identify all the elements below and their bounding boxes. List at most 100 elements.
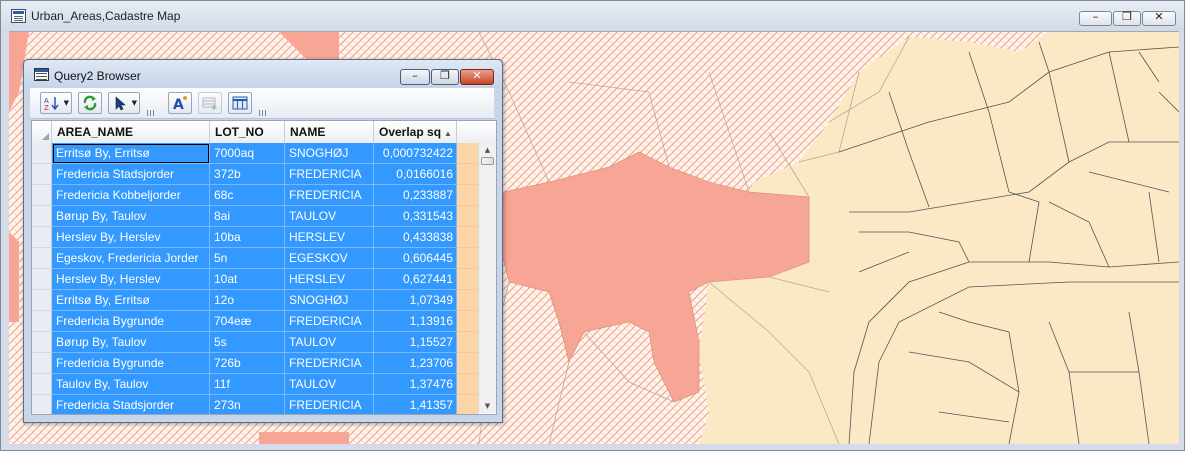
table-cell[interactable]: 11f: [210, 374, 285, 395]
dialog-minimize-button[interactable]: –: [400, 69, 430, 85]
table-cell[interactable]: HERSLEV: [285, 269, 374, 290]
table-cell[interactable]: 704eæ: [210, 311, 285, 332]
table-cell[interactable]: Fredericia Stadsjorder: [52, 164, 210, 185]
table-row[interactable]: Herslev By, Herslev 10ba HERSLEV 0,433838: [32, 227, 478, 248]
table-cell[interactable]: 726b: [210, 353, 285, 374]
row-selector[interactable]: [32, 185, 52, 206]
scroll-thumb[interactable]: [481, 157, 494, 165]
row-selector[interactable]: [32, 206, 52, 227]
row-selector[interactable]: [32, 227, 52, 248]
table-cell[interactable]: Fredericia Stadsjorder: [52, 395, 210, 414]
table-cell[interactable]: Børup By, Taulov: [52, 206, 210, 227]
close-button[interactable]: ✕: [1142, 10, 1176, 26]
table-cell[interactable]: SNOGHØJ: [285, 143, 374, 164]
table-cell[interactable]: 5s: [210, 332, 285, 353]
select-tool-button[interactable]: ▼: [108, 92, 140, 114]
table-cell[interactable]: Herslev By, Herslev: [52, 227, 210, 248]
row-selector[interactable]: [32, 374, 52, 395]
dialog-maximize-button[interactable]: ❐: [431, 69, 459, 85]
table-cell[interactable]: 68c: [210, 185, 285, 206]
minimize-button[interactable]: –: [1079, 10, 1112, 26]
table-cell[interactable]: Erritsø By, Erritsø: [52, 290, 210, 311]
table-cell[interactable]: TAULOV: [285, 332, 374, 353]
table-cell[interactable]: 273n: [210, 395, 285, 414]
table-cell[interactable]: 1,41357: [374, 395, 457, 414]
scroll-up-icon[interactable]: ▲: [479, 143, 496, 157]
table-cell[interactable]: Taulov By, Taulov: [52, 374, 210, 395]
table-cell[interactable]: 372b: [210, 164, 285, 185]
query-browser-dialog[interactable]: Query2 Browser – ❐ ✕ A Z ▼ ▼ A AREA_NAME…: [23, 59, 503, 423]
row-selector[interactable]: [32, 311, 52, 332]
table-row[interactable]: Herslev By, Herslev 10at HERSLEV 0,627441: [32, 269, 478, 290]
table-cell[interactable]: Børup By, Taulov: [52, 332, 210, 353]
table-row[interactable]: Erritsø By, Erritsø 12o SNOGHØJ 1,07349: [32, 290, 478, 311]
table-cell[interactable]: Herslev By, Herslev: [52, 269, 210, 290]
autolabel-button[interactable]: A: [168, 92, 192, 114]
table-cell[interactable]: 10at: [210, 269, 285, 290]
table-cell[interactable]: 8ai: [210, 206, 285, 227]
table-columns-button[interactable]: [228, 92, 252, 114]
table-cell[interactable]: HERSLEV: [285, 227, 374, 248]
table-cell[interactable]: 0,606445: [374, 248, 457, 269]
row-selector[interactable]: [32, 395, 52, 414]
table-cell[interactable]: FREDERICIA: [285, 164, 374, 185]
table-row[interactable]: Fredericia Bygrunde 704eæ FREDERICIA 1,1391…: [32, 311, 478, 332]
column-header-name[interactable]: NAME: [285, 121, 374, 143]
table-cell[interactable]: Egeskov, Fredericia Jorder: [52, 248, 210, 269]
table-cell[interactable]: 0,233887: [374, 185, 457, 206]
table-row[interactable]: Erritsø By, Erritsø 7000aq SNOGHØJ 0,000732…: [32, 143, 478, 164]
table-cell[interactable]: 1,23706: [374, 353, 457, 374]
table-cell[interactable]: FREDERICIA: [285, 353, 374, 374]
select-all-corner[interactable]: [32, 121, 52, 143]
maximize-button[interactable]: ❐: [1113, 10, 1141, 26]
table-cell[interactable]: Fredericia Kobbeljorder: [52, 185, 210, 206]
table-row[interactable]: Fredericia Stadsjorder 273n FREDERICIA 1,41…: [32, 395, 478, 414]
table-cell[interactable]: 10ba: [210, 227, 285, 248]
table-cell[interactable]: 7000aq: [210, 143, 285, 164]
row-selector[interactable]: [32, 164, 52, 185]
table-cell[interactable]: SNOGHØJ: [285, 290, 374, 311]
window-titlebar[interactable]: Urban_Areas,Cadastre Map – ❐ ✕: [1, 1, 1184, 31]
table-row[interactable]: Fredericia Kobbeljorder 68c FREDERICIA 0,23…: [32, 185, 478, 206]
table-cell[interactable]: FREDERICIA: [285, 185, 374, 206]
table-cell[interactable]: TAULOV: [285, 374, 374, 395]
table-cell[interactable]: TAULOV: [285, 206, 374, 227]
table-cell[interactable]: Fredericia Bygrunde: [52, 311, 210, 332]
table-cell[interactable]: Fredericia Bygrunde: [52, 353, 210, 374]
add-row-button[interactable]: [198, 92, 222, 114]
table-row[interactable]: Børup By, Taulov 8ai TAULOV 0,331543: [32, 206, 478, 227]
column-header-overlap[interactable]: Overlap sq ▲: [374, 121, 457, 143]
row-selector[interactable]: [32, 143, 52, 164]
row-selector[interactable]: [32, 332, 52, 353]
table-row[interactable]: Børup By, Taulov 5s TAULOV 1,15527: [32, 332, 478, 353]
sort-button[interactable]: A Z ▼: [40, 92, 72, 114]
table-cell[interactable]: 1,37476: [374, 374, 457, 395]
table-cell[interactable]: EGESKOV: [285, 248, 374, 269]
table-cell[interactable]: 1,07349: [374, 290, 457, 311]
dialog-titlebar[interactable]: Query2 Browser – ❐ ✕: [24, 60, 502, 88]
refresh-button[interactable]: [78, 92, 102, 114]
results-table[interactable]: AREA_NAME LOT_NO NAME Overlap sq ▲ Errits…: [31, 120, 497, 415]
row-selector[interactable]: [32, 248, 52, 269]
vertical-scrollbar[interactable]: ▲ ▼: [478, 143, 496, 413]
row-selector[interactable]: [32, 269, 52, 290]
row-selector[interactable]: [32, 290, 52, 311]
table-cell[interactable]: 0,000732422: [374, 143, 457, 164]
table-cell[interactable]: FREDERICIA: [285, 311, 374, 332]
table-row[interactable]: Fredericia Bygrunde 726b FREDERICIA 1,23706: [32, 353, 478, 374]
column-header-lot-no[interactable]: LOT_NO: [210, 121, 285, 143]
table-cell[interactable]: 0,331543: [374, 206, 457, 227]
column-header-area-name[interactable]: AREA_NAME: [52, 121, 210, 143]
table-cell[interactable]: 5n: [210, 248, 285, 269]
table-cell[interactable]: 0,433838: [374, 227, 457, 248]
row-selector[interactable]: [32, 353, 52, 374]
table-cell[interactable]: 0,0166016: [374, 164, 457, 185]
table-cell[interactable]: 12o: [210, 290, 285, 311]
dialog-close-button[interactable]: ✕: [460, 69, 494, 85]
table-cell[interactable]: Erritsø By, Erritsø: [52, 143, 210, 164]
urban-area-solid[interactable]: [259, 432, 349, 444]
scroll-down-icon[interactable]: ▼: [479, 399, 496, 413]
table-cell[interactable]: 0,627441: [374, 269, 457, 290]
table-row[interactable]: Taulov By, Taulov 11f TAULOV 1,37476: [32, 374, 478, 395]
table-cell[interactable]: 1,13916: [374, 311, 457, 332]
